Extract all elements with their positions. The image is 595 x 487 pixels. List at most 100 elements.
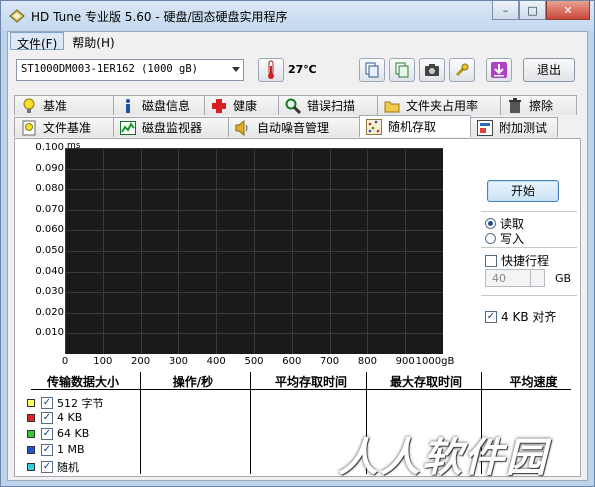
series-checkbox[interactable]: ✓	[41, 397, 53, 409]
tab-random-access[interactable]: 随机存取	[359, 115, 471, 137]
separator	[481, 295, 577, 296]
checkbox-box	[485, 254, 497, 267]
series-checkbox[interactable]: ✓	[41, 427, 53, 440]
x-tick-label: 0	[61, 356, 69, 367]
x-tick-label: 600	[282, 356, 302, 367]
align-label: 4 KB 对齐	[501, 310, 557, 324]
x-tick-label: 700	[320, 356, 340, 367]
tab-extra-tests[interactable]: 附加测试	[470, 117, 558, 137]
series-checkbox[interactable]: ✓	[41, 411, 53, 424]
align-4kb-checkbox[interactable]: ✓ 4 KB 对齐	[485, 308, 556, 325]
column-divider	[140, 372, 141, 474]
radio-dot	[485, 218, 496, 229]
x-tick-label: 300	[168, 356, 188, 367]
y-tick-label: 0.040	[35, 265, 64, 277]
toolbar: ST1000DM003-1ER162 (1000 gB) 27℃ 退出	[8, 54, 587, 88]
tab-health[interactable]: 健康	[204, 95, 279, 115]
x-tick-label: 800	[357, 356, 377, 367]
screenshot-button[interactable]	[419, 58, 445, 82]
tab-folder-usage[interactable]: 文件夹占用率	[377, 95, 501, 115]
legend-row: ✓ 1 MB	[27, 443, 85, 456]
separator	[481, 247, 577, 248]
tab-label: 基准	[43, 99, 68, 113]
window-title: HD Tune 专业版 5.60 - 硬盘/固态硬盘实用程序	[31, 10, 288, 24]
access-time-chart	[65, 148, 444, 355]
tab-file-benchmark[interactable]: 文件基准	[14, 117, 114, 137]
menu-help[interactable]: 帮助(H)	[66, 32, 120, 50]
extra-test-icon	[477, 119, 493, 136]
quick-stroke-value: 40	[492, 272, 506, 285]
y-tick-label: 0.100	[35, 142, 64, 153]
tab-disk-monitor[interactable]: 磁盘监视器	[113, 117, 229, 137]
series-color-swatch	[27, 463, 35, 471]
bulb-doc-icon	[21, 120, 37, 136]
chart-grid	[65, 148, 444, 355]
temperature-value: 27℃	[288, 63, 317, 76]
temperature-button[interactable]	[258, 58, 284, 82]
wrench-icon	[455, 63, 469, 77]
series-label: 64 KB	[57, 427, 90, 440]
menu-file[interactable]: 文件(F)	[10, 32, 65, 51]
quick-stroke-checkbox[interactable]: 快捷行程	[485, 252, 549, 269]
tab-row-1: 基准 磁盘信息 健康 错误扫描 文件夹占用率 擦除	[14, 95, 577, 115]
start-button[interactable]: 开始	[487, 180, 559, 202]
series-label: 4 KB	[57, 411, 83, 424]
series-checkbox[interactable]: ✓	[41, 443, 53, 456]
tab-label: 附加测试	[499, 121, 548, 135]
y-tick-label: 0.080	[35, 183, 64, 195]
download-arrow-icon	[491, 62, 507, 78]
radio-dot	[485, 233, 496, 244]
tab-row-2: 文件基准 磁盘监视器 自动噪音管理 随机存取 附加测试	[14, 115, 558, 137]
series-label: 1 MB	[57, 443, 85, 456]
y-tick-label: 0.060	[35, 224, 64, 236]
tab-erase[interactable]: 擦除	[500, 95, 577, 115]
separator	[481, 211, 577, 212]
series-label: 512 字节	[57, 397, 104, 410]
legend-row: ✓ 64 KB	[27, 427, 89, 440]
close-button[interactable]: ✕	[546, 1, 590, 20]
drive-select[interactable]: ST1000DM003-1ER162 (1000 gB)	[16, 59, 244, 81]
info-icon	[120, 98, 136, 114]
tab-noise-management[interactable]: 自动噪音管理	[228, 117, 360, 137]
tab-label: 健康	[233, 99, 258, 113]
thermometer-icon	[268, 60, 274, 79]
y-tick-label: 0.050	[35, 245, 64, 256]
minimize-button[interactable]: –	[492, 1, 519, 20]
options-button[interactable]	[449, 58, 475, 82]
quick-stroke-label: 快捷行程	[501, 254, 550, 268]
x-tick-label: 900	[395, 356, 415, 367]
tab-label: 随机存取	[388, 120, 437, 134]
write-radio[interactable]: 写入	[485, 230, 524, 247]
app-logo-icon	[9, 9, 25, 23]
series-color-swatch	[27, 429, 35, 438]
monitor-chart-icon	[120, 120, 136, 136]
tab-label: 错误扫描	[307, 99, 356, 113]
maximize-button[interactable]: □	[519, 1, 546, 20]
checkmark-icon: ✓	[485, 310, 497, 323]
header-avg-access: 平均存取时间	[274, 375, 347, 389]
header-transfer-size: 传输数据大小	[46, 375, 119, 389]
exit-button[interactable]: 退出	[523, 58, 575, 82]
header-max-access: 最大存取时间	[389, 375, 462, 389]
header-avg-speed: 平均速度	[509, 375, 558, 389]
copy-text-button[interactable]	[359, 58, 385, 82]
spinner-arrows-icon[interactable]	[530, 270, 544, 286]
series-checkbox[interactable]: ✓	[41, 461, 53, 473]
series-color-swatch	[27, 399, 35, 407]
tab-label: 文件基准	[43, 121, 92, 135]
tab-label: 文件夹占用率	[406, 99, 479, 113]
copy-all-button[interactable]	[389, 58, 415, 82]
quick-stroke-size-input[interactable]: 40	[485, 269, 545, 287]
x-tick-label: 500	[244, 356, 264, 367]
series-color-swatch	[27, 413, 35, 422]
tab-error-scan[interactable]: 错误扫描	[278, 95, 378, 115]
tab-disk-info[interactable]: 磁盘信息	[113, 95, 205, 115]
write-label: 写入	[500, 232, 525, 246]
legend-row: ✓ 4 KB	[27, 411, 82, 424]
x-tick-label: 100	[93, 356, 113, 367]
save-button[interactable]	[486, 58, 512, 82]
results-table-header: 传输数据大小 操作/秒 平均存取时间 最大存取时间 平均速度	[31, 372, 571, 390]
series-label: 随机	[57, 461, 79, 474]
y-tick-label: 0.090	[35, 162, 64, 174]
tab-benchmark[interactable]: 基准	[14, 95, 114, 115]
